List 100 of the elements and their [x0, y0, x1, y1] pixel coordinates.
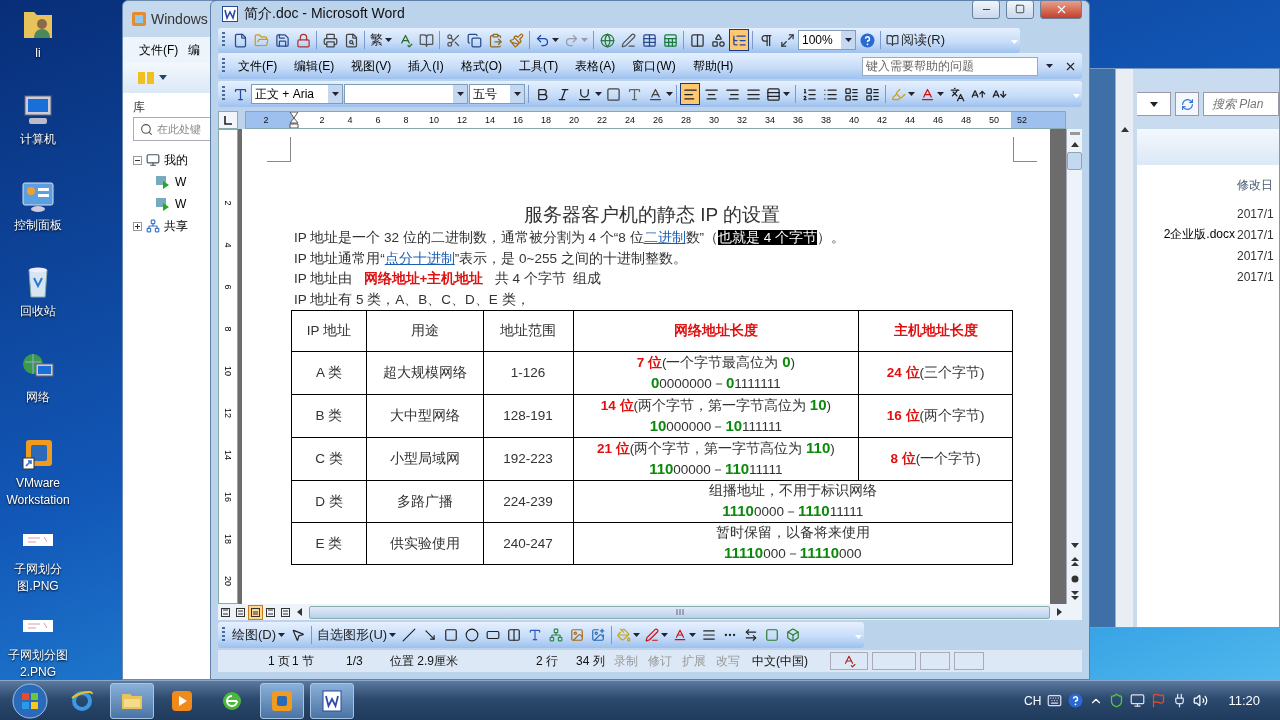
status-item: 1 节 — [291, 652, 315, 670]
cell-text: 多路广播 — [395, 492, 454, 511]
cell-text: C 类 — [314, 450, 344, 469]
ruler-number: 42 — [876, 115, 888, 126]
desktop-icon-label[interactable]: 子网划分图2.PNG — [0, 647, 76, 681]
header-cell-text: 主机地址长度 — [892, 322, 979, 341]
language-indicator[interactable]: CH — [1024, 693, 1042, 708]
cell-text: 8 位(一个字节) — [889, 450, 982, 469]
paragraph: IP 地址有 5 类，A、B、C、D、E 类， — [293, 290, 531, 309]
desktop-icon-label[interactable]: 子网划分图.PNG — [0, 561, 76, 595]
document-title: 服务器客户机的静态 IP 的设置 — [522, 203, 782, 228]
cell-text: 暂时保留，以备将来使用 — [714, 524, 871, 543]
menu-item[interactable]: 工具(T) — [511, 55, 567, 77]
ruler-number: 12 — [456, 115, 468, 126]
ruler-number: 26 — [652, 115, 664, 126]
file-name[interactable]: 2企业版.docx — [1163, 227, 1235, 241]
file-date: 2017/1 — [1237, 248, 1274, 263]
ruler-number: 2 — [318, 115, 326, 126]
section-heading: 库 — [133, 99, 146, 116]
tree-item[interactable]: 我的 — [164, 151, 188, 169]
desktop-icon-label[interactable]: li — [0, 45, 76, 62]
ruler-number: 4 — [223, 242, 233, 248]
read-button[interactable]: 阅读(R) — [884, 29, 948, 51]
ruler-number: 12 — [223, 408, 233, 419]
tree-item[interactable]: W — [175, 175, 187, 189]
desktop-icon-label[interactable]: VMware Workstation — [0, 475, 76, 509]
column-header[interactable]: 修改日 — [1137, 177, 1279, 203]
ruler-number: 10 — [223, 366, 233, 377]
desktop-icon-label[interactable]: 控制面板 — [0, 217, 76, 234]
ruler-number: 38 — [820, 115, 832, 126]
menu-item[interactable]: 表格(A) — [567, 55, 624, 77]
ruler-number: 32 — [736, 115, 748, 126]
window-title: 简介.doc - Microsoft Word — [244, 5, 406, 24]
desktop-icon-label[interactable]: 回收站 — [0, 303, 76, 320]
status-item: 2 行 — [535, 652, 559, 670]
header-cell-text: 地址范围 — [499, 322, 558, 341]
ruler-number: 40 — [848, 115, 860, 126]
ruler-number: 22 — [596, 115, 608, 126]
ruler-number: 50 — [988, 115, 1000, 126]
cell-text: A 类 — [314, 364, 343, 383]
desktop-icon-label[interactable]: 网络 — [0, 389, 76, 406]
ruler-number: 16 — [512, 115, 524, 126]
menu-item[interactable]: 编 — [188, 41, 201, 59]
cell-text: 大中型网络 — [388, 407, 461, 426]
cell-text: 超大规模网络 — [381, 364, 468, 383]
clock[interactable]: 11:20 — [1228, 693, 1260, 708]
menu-item[interactable]: 窗口(W) — [624, 55, 684, 77]
ruler-number: 4 — [346, 115, 354, 126]
cell-text: 192-223 — [502, 450, 554, 469]
help-question-field[interactable]: 键入需要帮助的问题 — [862, 56, 1038, 76]
tree-item[interactable]: 共享 — [164, 217, 188, 235]
cell-text: 1-126 — [509, 364, 547, 383]
style-field[interactable]: 正文 + Aria — [251, 84, 343, 105]
desktop-icon-label[interactable]: 计算机 — [0, 131, 76, 148]
cell-text: 11110000－11110000 — [723, 543, 863, 564]
font-size-field[interactable]: 五号 — [469, 84, 525, 105]
ruler-number: 28 — [680, 115, 692, 126]
cell-text: 11100000－111011111 — [721, 501, 865, 522]
cell-text: B 类 — [314, 407, 344, 426]
menu-item[interactable]: 插入(I) — [400, 55, 452, 77]
search-field[interactable]: 搜索 Plan — [1203, 92, 1279, 116]
file-date: 2017/1 — [1237, 269, 1274, 284]
menu-item[interactable]: 帮助(H) — [684, 55, 742, 77]
cell-text: E 类 — [314, 534, 344, 553]
ruler-number: 24 — [624, 115, 636, 126]
menu-item[interactable]: 视图(V) — [343, 55, 400, 77]
header-cell-text: 网络地址长度 — [672, 322, 759, 341]
menu-item[interactable]: 文件(F) — [230, 55, 286, 77]
menu-item[interactable]: 文件(F) — [139, 41, 179, 59]
cell-text: 224-239 — [502, 492, 554, 511]
autoshapes-button[interactable]: 自选图形(U) — [315, 624, 399, 646]
cell-text: 24 位(三个字节) — [885, 364, 986, 383]
ruler-number: 30 — [708, 115, 720, 126]
cell-text: 21 位(两个字节，第一字节高位为 110) — [596, 438, 836, 459]
ruler-number: 34 — [764, 115, 776, 126]
link[interactable]: 二进制 — [643, 230, 686, 246]
ruler-number: 8 — [402, 115, 410, 126]
ruler-number: 36 — [792, 115, 804, 126]
ruler-number: 2 — [223, 200, 233, 206]
ruler-number: 18 — [223, 534, 233, 545]
cell-text: 00000000－01111111 — [649, 373, 782, 394]
ruler-number: 14 — [484, 115, 496, 126]
link[interactable]: 点分十进制 — [384, 250, 455, 266]
header-cell-text: IP 地址 — [305, 322, 353, 341]
ruler-number: 48 — [960, 115, 972, 126]
cell-text: 10000000－10111111 — [648, 416, 784, 437]
tree-item[interactable]: W — [175, 197, 187, 211]
cell-text: 16 位(两个字节) — [885, 407, 986, 426]
cell-text: 240-247 — [502, 534, 554, 553]
ruler-number: 52 — [1016, 115, 1028, 126]
convert-button[interactable]: 繁 — [368, 29, 394, 51]
draw-menu-button[interactable]: 绘图(D) — [230, 624, 288, 646]
cell-text: D 类 — [314, 492, 344, 511]
file-date: 2017/1 — [1237, 227, 1274, 242]
status-item: 位置 2.9厘米 — [389, 652, 459, 670]
menu-item[interactable]: 编辑(E) — [286, 55, 343, 77]
menu-item[interactable]: 格式(O) — [452, 55, 510, 77]
zoom-field[interactable]: 100% — [798, 30, 856, 50]
file-date: 2017/1 — [1237, 206, 1274, 221]
ruler-number: 10 — [428, 115, 440, 126]
